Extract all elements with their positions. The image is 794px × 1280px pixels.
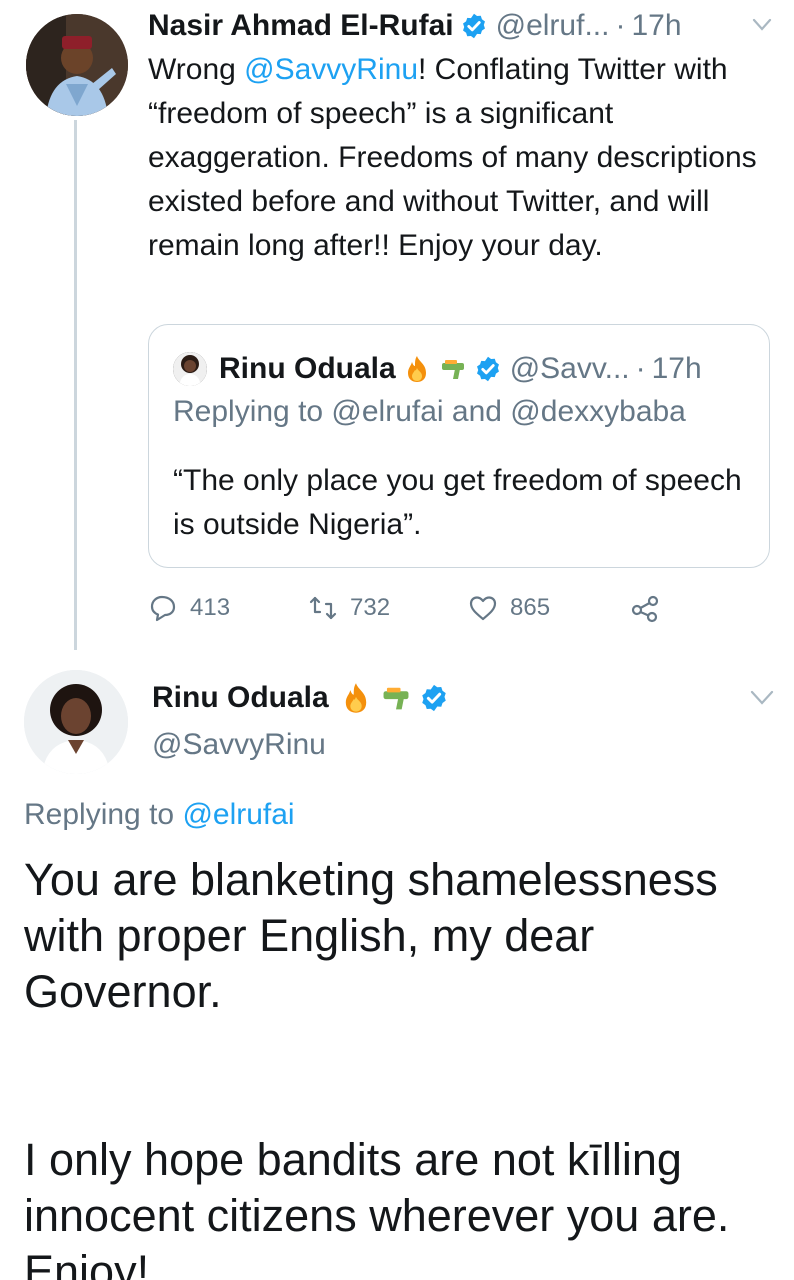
- author-handle[interactable]: @elruf...: [496, 6, 610, 46]
- tweet-header: Nasir Ahmad El-Rufai @elruf... · 17h: [148, 6, 778, 46]
- chevron-down-icon[interactable]: [750, 690, 774, 706]
- chevron-down-icon[interactable]: [752, 18, 772, 32]
- fire-emoji-icon: [345, 683, 366, 713]
- quoted-author-name[interactable]: Rinu Oduala: [219, 352, 396, 386]
- author-name[interactable]: Nasir Ahmad El-Rufai: [148, 6, 454, 46]
- separator-dot: ·: [615, 9, 626, 42]
- quoted-avatar: [173, 352, 207, 386]
- reply-count: 413: [190, 594, 231, 621]
- tweet-nasir[interactable]: Nasir Ahmad El-Rufai @elruf... · 17h Wro…: [148, 6, 778, 268]
- fire-emoji-icon: [407, 356, 426, 382]
- quoted-tweet-header: Rinu Oduala @Savv... · 17h: [173, 349, 702, 389]
- avatar-nasir[interactable]: [26, 14, 128, 116]
- quoted-tweet-card[interactable]: Rinu Oduala @Savv... · 17h Replying to @…: [148, 324, 770, 568]
- share-icon: [631, 595, 659, 623]
- like-count: 865: [510, 594, 551, 621]
- tweet2-paragraph-1: You are blanketing shamelessness with pr…: [24, 854, 718, 1017]
- tweet-rinu-header: Rinu Oduala @SavvyRinu: [152, 676, 457, 762]
- quoted-replying-to: Replying to @elrufai and @dexxybaba: [173, 395, 686, 428]
- replying-mention-link[interactable]: @elrufai: [182, 798, 294, 831]
- reply-icon: [150, 595, 176, 622]
- like-icon: [469, 596, 497, 621]
- like-button[interactable]: 865: [468, 593, 630, 623]
- quoted-tweet-time[interactable]: 17h: [652, 352, 702, 386]
- tweet2-paragraph-2: I only hope bandits are not kīlling inno…: [24, 1134, 730, 1280]
- retweet-icon: [309, 596, 337, 620]
- tweet2-name-row: Rinu Oduala: [152, 676, 457, 720]
- quoted-tweet-text: “The only place you get freedom of speec…: [173, 464, 742, 541]
- separator-dot: ·: [635, 352, 646, 385]
- quoted-author-handle[interactable]: @Savv...: [510, 352, 630, 386]
- replying-to: Replying to @elrufai: [24, 798, 295, 832]
- mention-link[interactable]: @SavvyRinu: [244, 53, 418, 86]
- water-pistol-emoji-icon: [441, 360, 464, 379]
- reply-button[interactable]: 413: [148, 593, 308, 623]
- tweet2-author-handle[interactable]: @SavvyRinu: [152, 728, 457, 762]
- thread-connector-line: [74, 120, 77, 650]
- tweet-time[interactable]: 17h: [631, 6, 681, 46]
- verified-badge-icon: [421, 684, 446, 712]
- tweet-body: Wrong @SavvyRinu! Conflating Twitter wit…: [148, 48, 770, 268]
- verified-badge-icon: [462, 13, 485, 39]
- tweet-action-bar: 413 732 865: [148, 586, 672, 630]
- retweet-count: 732: [350, 594, 391, 621]
- tweet2-author-name[interactable]: Rinu Oduala: [152, 681, 329, 715]
- retweet-button[interactable]: 732: [308, 593, 468, 623]
- verified-badge-icon: [476, 356, 499, 382]
- tweet2-body: You are blanketing shamelessness with pr…: [24, 852, 784, 1280]
- share-button[interactable]: [630, 593, 672, 623]
- water-pistol-emoji-icon: [383, 687, 409, 710]
- tweet-text-start: Wrong: [148, 53, 245, 86]
- avatar-rinu[interactable]: [24, 670, 128, 774]
- replying-label: Replying to: [24, 798, 183, 831]
